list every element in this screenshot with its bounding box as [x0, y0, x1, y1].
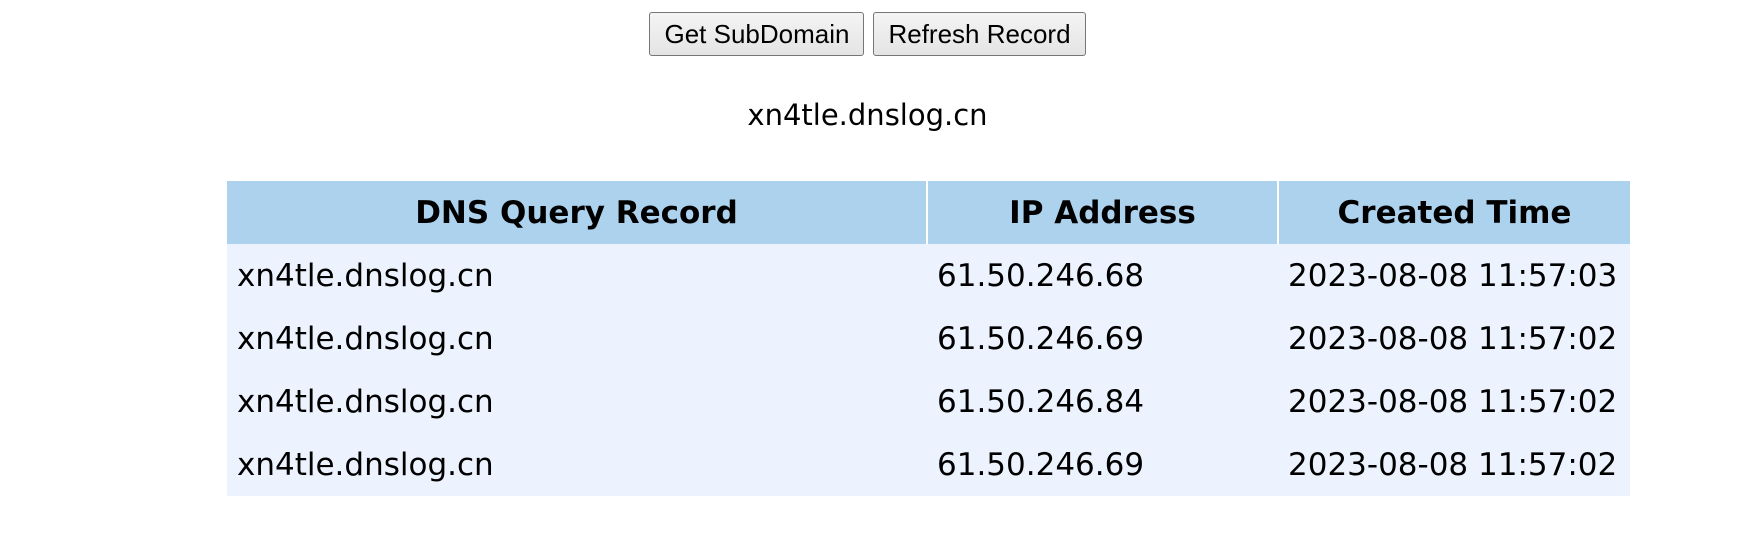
table-header-row: DNS Query Record IP Address Created Time — [227, 181, 1630, 244]
cell-ip-address: 61.50.246.84 — [927, 370, 1278, 433]
cell-dns-query-record: xn4tle.dnslog.cn — [227, 433, 927, 496]
cell-created-time: 2023-08-08 11:57:02 — [1278, 433, 1630, 496]
dns-records-table: DNS Query Record IP Address Created Time… — [227, 181, 1630, 496]
get-subdomain-button[interactable]: Get SubDomain — [649, 12, 865, 56]
header-ip-address: IP Address — [926, 181, 1278, 244]
cell-dns-query-record: xn4tle.dnslog.cn — [227, 244, 927, 307]
cell-created-time: 2023-08-08 11:57:03 — [1278, 244, 1630, 307]
subdomain-display: xn4tle.dnslog.cn — [747, 98, 988, 132]
table-row: xn4tle.dnslog.cn 61.50.246.69 2023-08-08… — [227, 307, 1630, 370]
cell-created-time: 2023-08-08 11:57:02 — [1278, 370, 1630, 433]
table-row: xn4tle.dnslog.cn 61.50.246.68 2023-08-08… — [227, 244, 1630, 307]
cell-ip-address: 61.50.246.69 — [927, 433, 1278, 496]
cell-dns-query-record: xn4tle.dnslog.cn — [227, 307, 927, 370]
cell-ip-address: 61.50.246.68 — [927, 244, 1278, 307]
header-created-time: Created Time — [1277, 181, 1630, 244]
cell-ip-address: 61.50.246.69 — [927, 307, 1278, 370]
refresh-record-button[interactable]: Refresh Record — [873, 12, 1086, 56]
table-row: xn4tle.dnslog.cn 61.50.246.84 2023-08-08… — [227, 370, 1630, 433]
cell-dns-query-record: xn4tle.dnslog.cn — [227, 370, 927, 433]
toolbar: Get SubDomain Refresh Record — [0, 12, 1740, 56]
header-dns-query-record: DNS Query Record — [227, 181, 927, 244]
cell-created-time: 2023-08-08 11:57:02 — [1278, 307, 1630, 370]
table-row: xn4tle.dnslog.cn 61.50.246.69 2023-08-08… — [227, 433, 1630, 496]
